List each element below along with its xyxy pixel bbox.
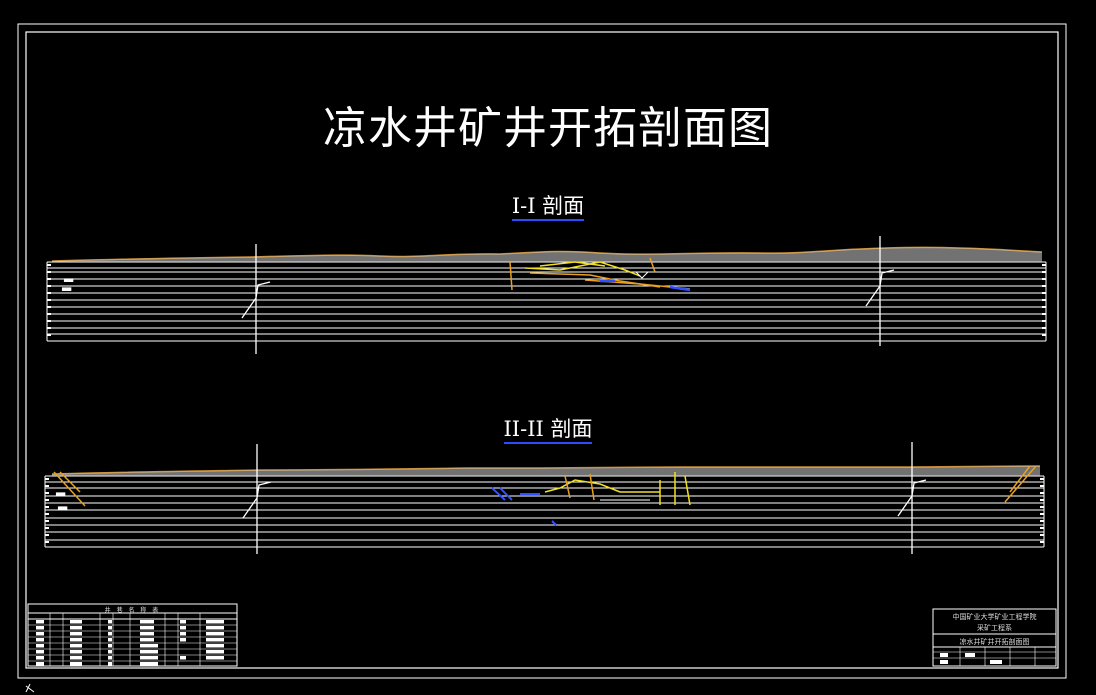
svg-text:▀▀: ▀▀	[57, 506, 68, 514]
break-line-2b	[897, 442, 927, 554]
mine-workings-1	[509, 257, 691, 292]
ground-hatch-1	[52, 247, 1042, 262]
section-2-profile: ▀▀ ▀▀	[44, 442, 1045, 554]
title-block-institution: 中国矿业大学矿业工程学院	[952, 613, 1037, 621]
section-1-label: I-I 剖面	[0, 190, 1096, 221]
legend-table-header: 井 巷 名 称 表	[104, 607, 161, 614]
title-block-department: 采矿工程系	[977, 624, 1012, 632]
section-1-profile: ▀▀ ▀▀	[46, 236, 1047, 354]
corner-mark	[25, 683, 35, 693]
section-2-label: II-II 剖面	[0, 413, 1096, 444]
svg-text:▀▀: ▀▀	[61, 287, 72, 295]
svg-text:▀▀: ▀▀	[63, 278, 74, 286]
title-block-drawing-name: 凉水井矿井开拓剖面图	[959, 638, 1030, 646]
break-line-2a	[242, 444, 272, 554]
drawing-title: 凉水井矿井开拓剖面图	[323, 103, 773, 154]
svg-text:▀▀: ▀▀	[55, 492, 66, 500]
